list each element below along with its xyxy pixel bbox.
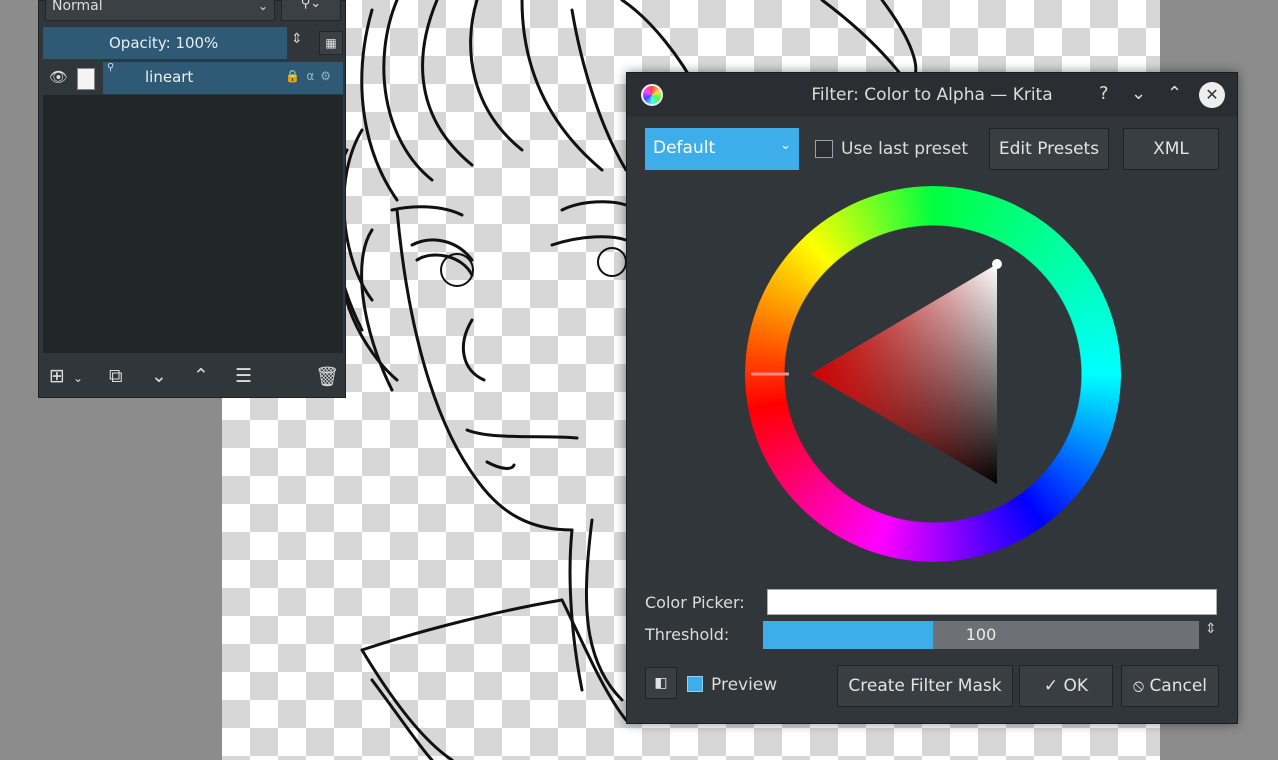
use-last-preset-checkbox[interactable] <box>815 140 833 158</box>
layer-selection[interactable]: ⚲ lineart 🔒α⚙ <box>103 62 343 94</box>
layer-toolbar: ⊞ ⌄ ⧉ ⌄ ⌃ ☰ 🗑 <box>43 357 343 397</box>
opacity-spin-icon[interactable]: ⇕ <box>291 31 303 47</box>
move-up-icon[interactable]: ⌃ <box>193 365 209 387</box>
threshold-value: 100 <box>965 625 997 644</box>
layer-list-empty <box>43 95 343 353</box>
blend-mode-select[interactable]: Normal ⌄ <box>45 0 275 21</box>
layer-name: lineart <box>145 68 194 86</box>
use-last-preset-label: Use last preset <box>841 139 969 159</box>
blend-mode-label: Normal <box>52 0 103 14</box>
delete-icon[interactable]: 🗑 <box>315 365 339 388</box>
minimize-button[interactable]: ⌄ <box>1131 83 1146 104</box>
add-layer-icon[interactable]: ⊞ <box>49 365 65 387</box>
opacity-slider[interactable]: Opacity: 100% <box>43 27 287 59</box>
properties-icon[interactable]: ☰ <box>235 365 252 387</box>
help-button[interactable]: ? <box>1099 83 1109 104</box>
chevron-down-icon: ⌄ <box>257 0 268 13</box>
split-view-icon: ◧ <box>654 675 668 691</box>
move-down-icon[interactable]: ⌄ <box>151 365 167 387</box>
create-filter-mask-button[interactable]: Create Filter Mask <box>837 665 1013 707</box>
cancel-button[interactable]: ⦸ Cancel <box>1121 665 1219 707</box>
compare-button[interactable]: ◧ <box>645 667 677 699</box>
preset-select[interactable]: Default ⌄ <box>645 128 799 170</box>
edit-presets-button[interactable]: Edit Presets <box>989 128 1109 170</box>
opacity-row: Opacity: 100% ⇕ ▦ <box>43 27 343 59</box>
layer-flags-icons[interactable]: 🔒α⚙ <box>285 69 337 83</box>
threshold-spin-icon[interactable]: ⇕ <box>1205 621 1217 637</box>
filter-icon: ⚲⌄ <box>300 0 322 11</box>
chevron-down-icon[interactable]: ⌄ <box>73 371 83 385</box>
visibility-eye-icon[interactable]: 👁 <box>49 68 68 86</box>
layer-type-icon: ⚲ <box>107 62 115 73</box>
layer-item[interactable]: 👁 ⚲ lineart 🔒α⚙ <box>43 62 343 94</box>
menu-icon: ▦ <box>325 36 337 50</box>
color-to-alpha-dialog: Filter: Color to Alpha — Krita ? ⌄ ⌃ ✕ D… <box>626 72 1238 724</box>
color-picker-field[interactable] <box>767 589 1217 615</box>
layer-thumbnail <box>77 68 95 90</box>
threshold-label: Threshold: <box>645 625 730 644</box>
layers-docker: Normal ⌄ ⚲⌄ Opacity: 100% ⇕ ▦ 👁 ⚲ linear… <box>38 0 346 398</box>
chevron-down-icon: ⌄ <box>780 138 791 153</box>
layer-menu-button[interactable]: ▦ <box>319 31 343 55</box>
ok-button[interactable]: ✓ OK <box>1019 665 1113 707</box>
layer-filter-button[interactable]: ⚲⌄ <box>281 0 341 21</box>
blend-row: Normal ⌄ ⚲⌄ <box>43 0 343 23</box>
xml-button[interactable]: XML <box>1123 128 1219 170</box>
preview-label: Preview <box>711 675 778 695</box>
title-bar[interactable]: Filter: Color to Alpha — Krita ? ⌄ ⌃ ✕ <box>627 73 1237 117</box>
sv-indicator <box>992 259 1002 269</box>
maximize-button[interactable]: ⌃ <box>1167 83 1182 104</box>
preview-checkbox[interactable] <box>687 676 703 692</box>
duplicate-layer-icon[interactable]: ⧉ <box>109 365 123 387</box>
opacity-label: Opacity: 100% <box>109 34 219 52</box>
color-picker-label: Color Picker: <box>645 593 745 612</box>
threshold-slider[interactable]: 100 <box>763 621 1199 649</box>
color-wheel[interactable] <box>745 186 1121 562</box>
preset-value: Default <box>653 138 716 158</box>
color-selector[interactable] <box>745 186 1121 562</box>
close-button[interactable]: ✕ <box>1199 82 1225 108</box>
